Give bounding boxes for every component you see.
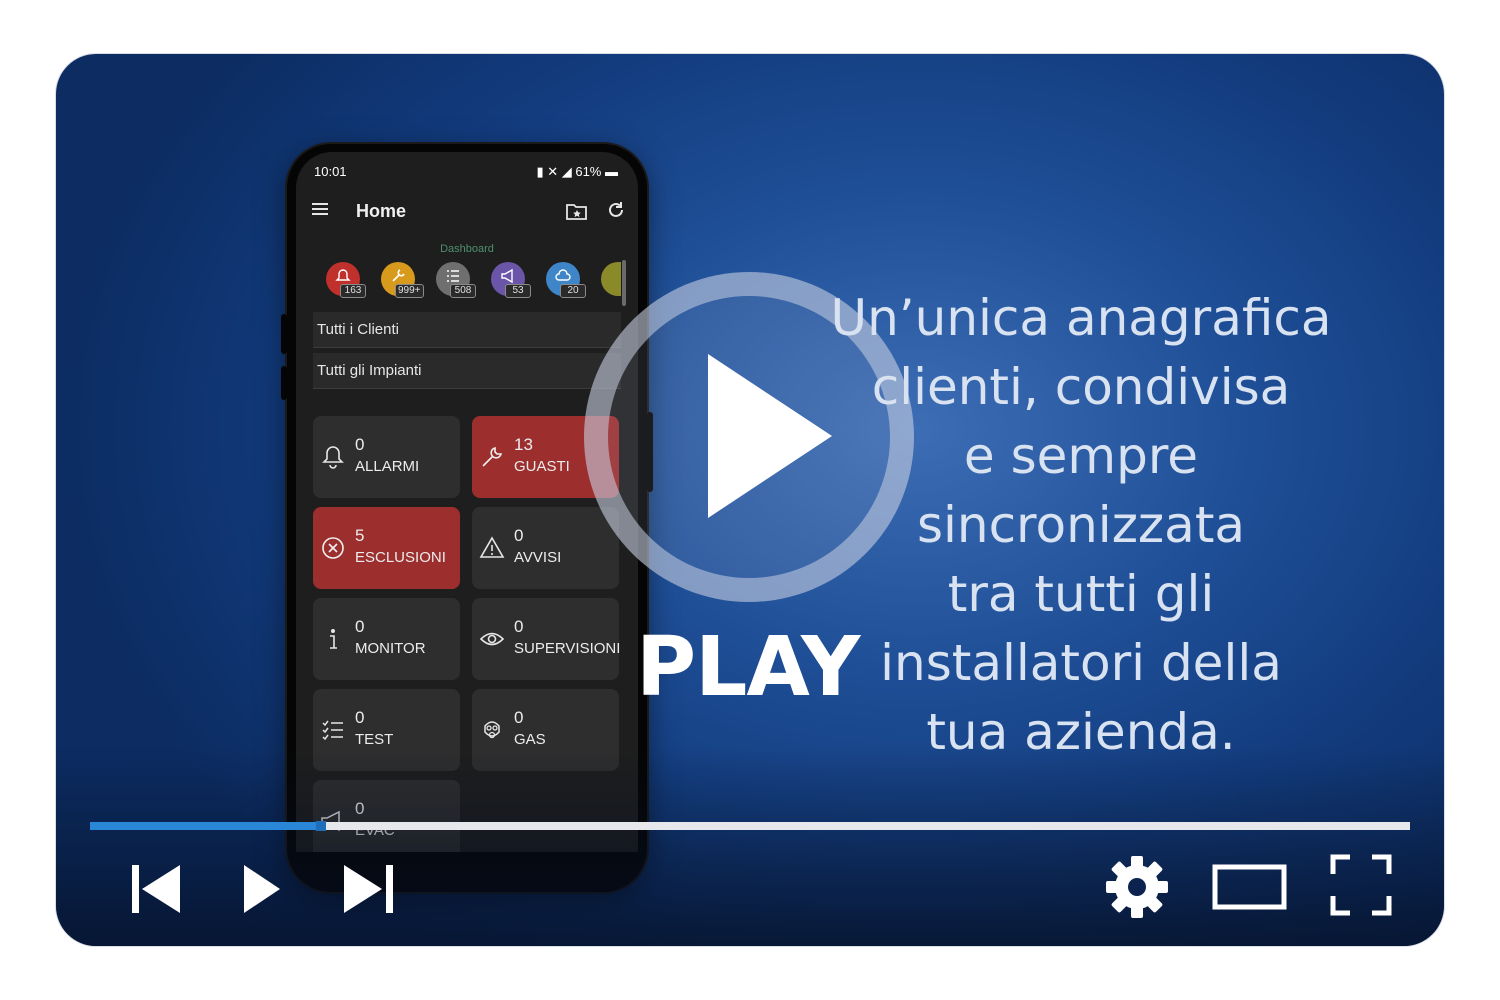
tile-label: GAS — [514, 731, 546, 748]
status-bar: 10:01 ▮ ✕ ◢ 61% ▬ — [314, 164, 618, 180]
video-player[interactable]: 10:01 ▮ ✕ ◢ 61% ▬ Home Dashboard 163 999… — [56, 54, 1444, 946]
tile-count: 0 — [514, 708, 524, 727]
tile-allarmi[interactable]: 0 ALLARMI — [313, 416, 460, 498]
tile-label: TEST — [355, 731, 394, 748]
plant-select[interactable]: Tutti gli Impianti — [313, 353, 621, 389]
client-select[interactable]: Tutti i Clienti — [313, 312, 621, 348]
play-icon[interactable] — [242, 863, 282, 915]
tile-count: 13 — [514, 435, 533, 454]
tile-label: ALLARMI — [355, 458, 420, 475]
tile-label: SUPERVISIONI — [514, 640, 621, 657]
warning-icon — [479, 536, 505, 558]
progress-handle[interactable] — [316, 821, 326, 831]
tile-count: 5 — [355, 526, 365, 545]
dashboard-badges: 163 999+ 508 53 20 — [326, 262, 636, 302]
tile-count: 0 — [355, 708, 365, 727]
tile-label: AVVISI — [514, 549, 562, 566]
tile-label: GUASTI — [514, 458, 570, 475]
phone-screen: 10:01 ▮ ✕ ◢ 61% ▬ Home Dashboard 163 999… — [296, 152, 638, 852]
tile-count: 0 — [355, 617, 365, 636]
phone-volume-button — [281, 366, 287, 400]
tile-count: 0 — [355, 799, 365, 818]
tagline-line: e sempre — [963, 427, 1199, 485]
tagline-line: installatori della — [880, 634, 1282, 692]
tagline-line: Un’unica anagrafica — [830, 289, 1332, 347]
more-badge-icon[interactable] — [601, 262, 621, 296]
tagline: Un’unica anagrafica clienti, condivisa e… — [826, 284, 1336, 767]
badge-count: 508 — [450, 284, 476, 298]
big-play-icon[interactable] — [708, 354, 838, 518]
badge-scroll-thumb[interactable] — [622, 260, 626, 306]
progress-fill — [90, 822, 321, 830]
x-circle-icon — [322, 537, 344, 559]
settings-gear-icon[interactable] — [1104, 854, 1170, 920]
fullscreen-icon[interactable] — [1330, 854, 1392, 916]
next-icon[interactable] — [342, 863, 396, 915]
hamburger-menu-icon[interactable] — [312, 202, 330, 218]
tagline-line: tra tutti gli — [947, 565, 1215, 623]
tile-test[interactable]: 0 TEST — [313, 689, 460, 771]
tile-label: ESCLUSIONI — [355, 549, 446, 566]
phone-mockup: 10:01 ▮ ✕ ◢ 61% ▬ Home Dashboard 163 999… — [281, 144, 653, 892]
status-time: 10:01 — [314, 164, 347, 179]
badge-count: 163 — [340, 284, 366, 298]
progress-bar[interactable] — [90, 821, 1410, 831]
tile-gas[interactable]: 0 GAS — [472, 689, 619, 771]
checklist-icon[interactable]: 508 — [436, 262, 476, 298]
eye-icon — [479, 632, 505, 646]
tagline-line: tua azienda. — [926, 703, 1236, 761]
tagline-line: clienti, condivisa — [871, 358, 1291, 416]
badge-count: 999+ — [395, 284, 424, 298]
app-title: Home — [356, 201, 407, 221]
info-icon — [330, 629, 337, 649]
tile-avvisi[interactable]: 0 AVVISI — [472, 507, 619, 589]
bell-icon — [322, 446, 344, 469]
tile-count: 0 — [514, 617, 524, 636]
app-bar: Home — [296, 190, 638, 232]
folder-star-icon[interactable] — [566, 202, 588, 220]
tile-esclusioni[interactable]: 5 ESCLUSIONI — [313, 507, 460, 589]
gas-mask-icon — [484, 721, 500, 739]
refresh-icon[interactable] — [606, 200, 626, 220]
cloud-icon[interactable]: 20 — [546, 262, 586, 298]
tagline-line: sincronizzata — [916, 496, 1246, 554]
wrench-icon[interactable]: 999+ — [381, 262, 424, 298]
wrench-icon — [482, 446, 503, 467]
phone-volume-button — [281, 314, 287, 354]
dashboard-label: Dashboard — [440, 243, 494, 255]
tile-monitor[interactable]: 0 MONITOR — [313, 598, 460, 680]
checklist-icon — [322, 720, 343, 741]
badge-count: 20 — [560, 284, 586, 298]
alarm-bell-icon[interactable]: 163 — [326, 262, 366, 298]
tile-count: 0 — [514, 526, 524, 545]
tile-label: MONITOR — [355, 640, 426, 657]
theater-mode-icon[interactable] — [1212, 864, 1288, 910]
megaphone-icon[interactable]: 53 — [491, 262, 531, 298]
tile-supervisioni[interactable]: 0 SUPERVISIONI — [472, 598, 621, 680]
battery-level: 61% — [575, 164, 602, 179]
tile-count: 0 — [355, 435, 365, 454]
status-icons: ▮ ✕ ◢ 61% ▬ — [536, 164, 618, 179]
tile-evac[interactable]: 0 EVAC — [313, 780, 460, 852]
previous-icon[interactable] — [130, 863, 182, 915]
badge-count: 53 — [505, 284, 531, 298]
